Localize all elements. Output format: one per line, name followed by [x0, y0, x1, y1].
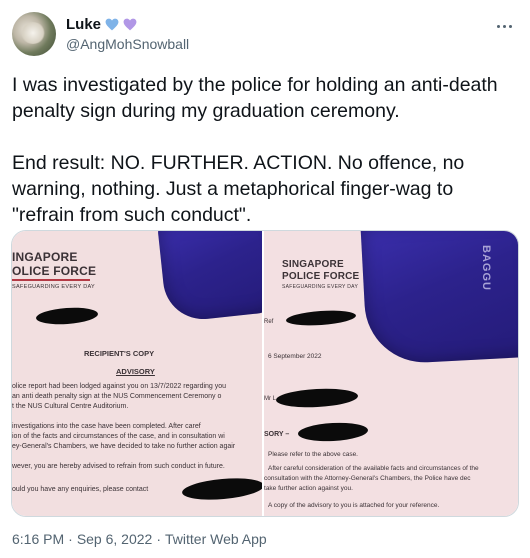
org-tagline: SAFEGUARDING EVERY DAY: [12, 284, 96, 290]
letter-line: olice report had been lodged against you…: [12, 383, 227, 390]
more-horizontal-icon: [496, 24, 500, 28]
tweet-source: Twitter Web App: [165, 531, 267, 547]
letter-subject: SORY –: [264, 431, 290, 438]
letter-line: ion of the facts and circumstances of th…: [12, 433, 225, 440]
letter-line: consultation with the Attorney-General's…: [264, 475, 471, 482]
separator: ·: [156, 531, 161, 547]
org-name: SINGAPORE: [282, 259, 344, 270]
redaction: [297, 421, 369, 443]
letter-ref: Ref: [264, 319, 274, 325]
letter-line: ey-General's Chambers, we have decided t…: [12, 443, 236, 450]
org-name: OLICE FORCE: [12, 264, 97, 278]
advisory-heading: ADVISORY: [116, 367, 155, 376]
photo-advisory-letter[interactable]: INGAPORE OLICE FORCE SAFEGUARDING EVERY …: [12, 231, 263, 516]
letter-line: take further action against you.: [264, 485, 353, 492]
redaction: [285, 308, 357, 328]
purple-heart-icon: [123, 18, 137, 31]
tweet-paragraph: I was investigated by the police for hol…: [12, 74, 498, 122]
letter-line: Please refer to the above case.: [268, 451, 358, 458]
avatar[interactable]: [12, 12, 56, 56]
tweet-paragraph: End result: NO. FURTHER. ACTION. No offe…: [12, 152, 465, 226]
tweet-meta: 6:16 PM · Sep 6, 2022 · Twitter Web App: [12, 529, 267, 549]
letter-line: After careful consideration of the avail…: [268, 465, 479, 472]
letter-line: t the NUS Cultural Centre Auditorium.: [12, 403, 129, 410]
tweet-media: INGAPORE OLICE FORCE SAFEGUARDING EVERY …: [11, 230, 519, 517]
tweet-time[interactable]: 6:16 PM: [12, 531, 64, 547]
letter-date: 6 September 2022: [268, 353, 322, 360]
purple-bag: [360, 231, 518, 366]
org-name: INGAPORE: [12, 250, 78, 264]
author-names: Luke @AngMohSnowball: [66, 15, 189, 54]
letter-line: investigations into the case have been c…: [12, 423, 201, 430]
tweet-header: Luke @AngMohSnowball: [12, 10, 189, 58]
redaction: [275, 386, 359, 410]
redaction: [35, 305, 99, 327]
redaction: [181, 475, 263, 503]
org-name: POLICE FORCE: [282, 271, 360, 282]
logo-underline: [12, 279, 90, 281]
more-options-button[interactable]: [492, 14, 516, 38]
tweet: Luke @AngMohSnowball I was investigated …: [0, 0, 530, 558]
author-handle[interactable]: @AngMohSnowball: [66, 35, 189, 54]
letter-line: ould you have any enquiries, please cont…: [12, 486, 149, 493]
bag-brand-label: BAGGU: [480, 245, 493, 291]
letter-line: Mr L: [264, 396, 277, 402]
letter-line: wever, you are hereby advised to refrain…: [12, 463, 225, 470]
separator: ·: [68, 531, 73, 547]
tweet-text: I was investigated by the police for hol…: [12, 72, 518, 228]
copy-label: RECIPIENT'S COPY: [84, 349, 155, 358]
photo-police-letter[interactable]: BAGGU SINGAPORE POLICE FORCE SAFEGUARDIN…: [264, 231, 518, 516]
blue-heart-icon: [105, 18, 119, 31]
display-name[interactable]: Luke: [66, 16, 101, 33]
letter-line: an anti death penalty sign at the NUS Co…: [12, 393, 222, 400]
letter-line: A copy of the advisory to you is attache…: [268, 502, 440, 509]
tweet-date[interactable]: Sep 6, 2022: [77, 531, 153, 547]
purple-bag: [157, 231, 263, 323]
org-tagline: SAFEGUARDING EVERY DAY: [282, 284, 359, 290]
